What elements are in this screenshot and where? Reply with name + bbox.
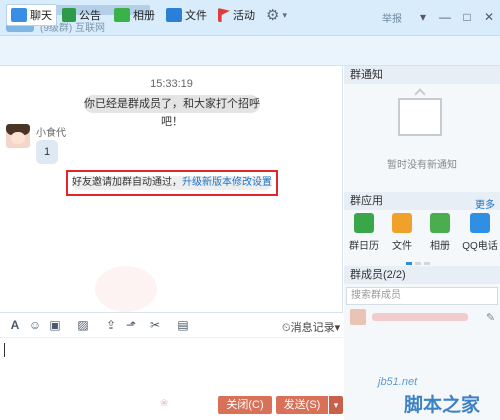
tab-album[interactable]: 相册 (110, 4, 159, 26)
member-item[interactable] (350, 308, 496, 326)
share-icon[interactable]: ⬏ (124, 318, 138, 332)
app-files[interactable]: 文件 (384, 213, 420, 252)
history-label: 消息记录 (290, 322, 335, 334)
message-timestamp: 15:33:19 (150, 78, 193, 90)
image-icon[interactable]: ▨ (76, 318, 90, 332)
tab-chat[interactable]: 聊天 (6, 4, 57, 26)
upgrade-settings-link[interactable]: 升级新版本修改设置 (182, 177, 272, 188)
album-icon (430, 213, 450, 233)
app-calendar[interactable]: 群日历 (346, 213, 382, 252)
maximize-button[interactable]: □ (458, 8, 476, 26)
send-button[interactable]: 发送(S) (276, 396, 328, 414)
send-options-button[interactable]: ▾ (329, 396, 343, 414)
watermark-text: ❀ (160, 398, 169, 409)
history-icon: ⏲ (282, 322, 291, 334)
sender-name[interactable]: 小食代 (36, 124, 66, 139)
close-button[interactable]: 关闭(C) (218, 396, 272, 414)
notice-board-icon (398, 98, 442, 136)
tab-activity[interactable]: 活动 (214, 4, 259, 26)
flag-icon (218, 8, 230, 22)
more-tools-icon[interactable]: ▤ (176, 318, 190, 332)
member-name-blurred (372, 313, 468, 321)
settings-button[interactable]: ⚙ ▾ (262, 4, 291, 26)
app-calendar-label: 群日历 (349, 241, 379, 252)
system-message: 你已经是群成员了，和大家打个招呼吧！ (84, 95, 260, 128)
tab-files[interactable]: 文件 (162, 4, 211, 26)
tab-announcement[interactable]: 公告 (58, 4, 105, 26)
app-files-label: 文件 (392, 241, 412, 252)
chevron-down-icon: ▾ (282, 9, 287, 20)
member-search-input[interactable]: 搜索群成员 (346, 287, 498, 305)
site-watermark: jb51.net (378, 376, 418, 388)
no-notice-text: 暂时没有新通知 (387, 160, 457, 171)
app-qq-call[interactable]: QQ电话 (460, 213, 500, 252)
app-album[interactable]: 相册 (422, 213, 458, 252)
tab-chat-label: 聊天 (30, 10, 52, 22)
brand-watermark: 脚本之家 (404, 395, 481, 416)
message-history-button[interactable]: ⏲消息记录▾ (282, 319, 340, 335)
message-bubble: 1 (36, 140, 58, 164)
members-header: 群成员(2/2) (344, 266, 500, 284)
sender-avatar[interactable] (6, 124, 30, 148)
edit-icon[interactable]: ✎ (486, 311, 495, 324)
emoji-icon[interactable]: ☺ (28, 318, 42, 332)
report-link[interactable]: 举报 (382, 10, 402, 25)
gift-icon[interactable]: ▣ (48, 318, 62, 332)
upload-icon[interactable]: ⇪ (104, 318, 118, 332)
tab-announcement-label: 公告 (79, 10, 101, 22)
folder-icon (166, 8, 182, 22)
close-window-button[interactable]: ✕ (480, 8, 498, 26)
more-apps-link[interactable]: 更多 (475, 196, 495, 211)
calendar-icon (354, 213, 374, 233)
group-notice-header: 群通知 (344, 66, 500, 84)
screenshot-icon[interactable]: ✂ (148, 318, 162, 332)
photo-album-icon (114, 8, 130, 22)
tab-files-label: 文件 (185, 10, 207, 22)
text-caret (4, 343, 5, 357)
file-icon (392, 213, 412, 233)
member-avatar (350, 309, 366, 325)
apps-pager[interactable] (406, 256, 446, 265)
app-qq-call-label: QQ电话 (462, 241, 498, 252)
chat-icon (11, 8, 27, 22)
announcement-icon (62, 8, 76, 22)
message-input[interactable] (0, 338, 343, 394)
auto-approve-notice: 好友邀请加群自动通过，升级新版本修改设置 (72, 176, 272, 190)
window-dropdown-button[interactable]: ▾ (414, 8, 432, 26)
app-album-label: 相册 (430, 241, 450, 252)
font-icon[interactable]: A (8, 318, 22, 332)
phone-icon (470, 213, 490, 233)
notice-text: 好友邀请加群自动通过， (72, 177, 182, 188)
gear-icon: ⚙ (266, 7, 280, 24)
tab-album-label: 相册 (133, 10, 155, 22)
mascot-watermark (95, 266, 157, 312)
tab-activity-label: 活动 (233, 10, 255, 22)
chevron-down-icon: ▾ (334, 322, 341, 334)
tab-bar (0, 36, 500, 66)
minimize-button[interactable]: — (436, 8, 454, 26)
